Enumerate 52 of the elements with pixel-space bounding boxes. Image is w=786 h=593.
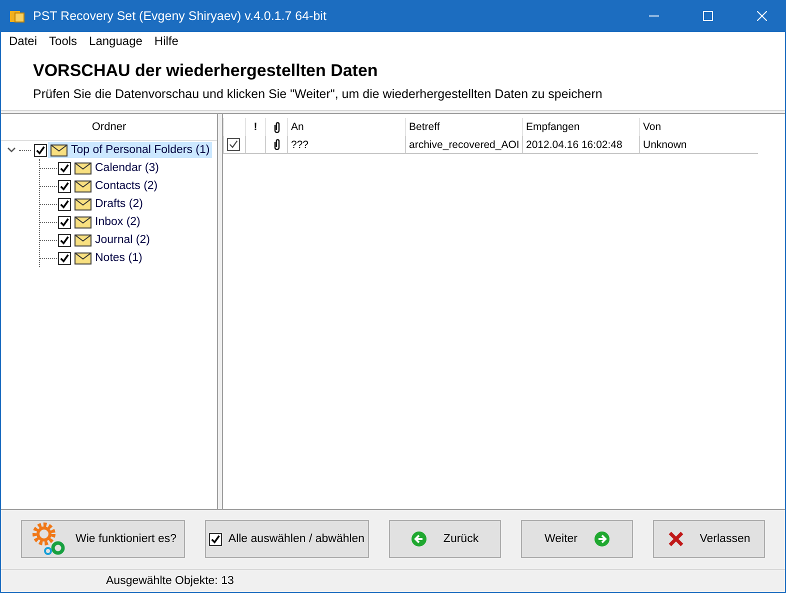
menu-item[interactable]: Hilfe: [148, 34, 184, 48]
column-header[interactable]: An: [287, 118, 405, 136]
column-header[interactable]: Betreff: [405, 118, 522, 136]
checkbox[interactable]: [58, 162, 71, 175]
window-title: PST Recovery Set (Evgeny Shiryaev) v.4.0.1.7 64-bit: [33, 8, 326, 23]
table-cell: 2012.04.16 16:02:48: [522, 136, 639, 154]
column-header[interactable]: !: [245, 118, 265, 136]
menu-item[interactable]: Tools: [43, 34, 84, 48]
table-cell: ???: [287, 136, 405, 154]
next-button[interactable]: Weiter: [521, 520, 633, 558]
paperclip-icon: [274, 122, 280, 133]
help-button[interactable]: Wie funktioniert es?: [21, 520, 185, 558]
checkbox[interactable]: [209, 532, 222, 546]
status-text: Ausgewählte Objekte: 13: [106, 575, 234, 588]
menu-item[interactable]: Datei: [3, 34, 44, 48]
envelope-icon: [74, 215, 92, 230]
column-header[interactable]: Ordner: [1, 114, 217, 142]
paperclip-icon: [274, 139, 280, 150]
close-icon: [668, 531, 684, 548]
page-title: VORSCHAU der wiederhergestellten Daten: [33, 60, 379, 81]
checkbox[interactable]: [58, 252, 71, 265]
checkbox[interactable]: [58, 216, 71, 229]
page-subtitle: Prüfen Sie die Datenvorschau und klicken Sie "Weiter", um die wiederhergestellten Daten zu speichern: [33, 86, 604, 101]
tree-item[interactable]: Inbox (2): [72, 214, 142, 230]
tree-item[interactable]: Notes (1): [72, 250, 144, 266]
envelope-icon: [74, 233, 92, 248]
maximize-icon[interactable]: [703, 10, 713, 21]
tree-item[interactable]: Drafts (2): [72, 196, 145, 212]
column-header[interactable]: Empfangen: [522, 118, 639, 136]
back-button[interactable]: Zurück: [389, 520, 501, 558]
close-icon[interactable]: [757, 10, 767, 21]
tree-item[interactable]: Contacts (2): [72, 178, 160, 194]
envelope-icon: [50, 143, 68, 158]
envelope-icon: [74, 179, 92, 194]
envelope-icon: [74, 161, 92, 176]
checkbox[interactable]: [58, 198, 71, 211]
table-cell: archive_recovered_AOI: [405, 136, 522, 154]
envelope-icon: [74, 197, 92, 212]
checkbox[interactable]: [58, 180, 71, 193]
envelope-icon: [74, 251, 92, 266]
chevron-icon[interactable]: [7, 147, 16, 154]
column-header[interactable]: Von: [639, 118, 758, 136]
checkbox[interactable]: [34, 144, 47, 157]
tree-item[interactable]: Calendar (3): [72, 160, 161, 176]
tree-item[interactable]: Journal (2): [72, 232, 152, 248]
menu-item[interactable]: Language: [83, 34, 148, 48]
checkbox[interactable]: [58, 234, 71, 247]
checkbox[interactable]: [227, 138, 240, 152]
tree-item[interactable]: Top of Personal Folders (1): [48, 142, 212, 158]
select-all-button[interactable]: Alle auswählen / abwählen: [205, 520, 369, 558]
table-cell: Unknown: [639, 136, 758, 154]
exit-button[interactable]: Verlassen: [653, 520, 765, 558]
